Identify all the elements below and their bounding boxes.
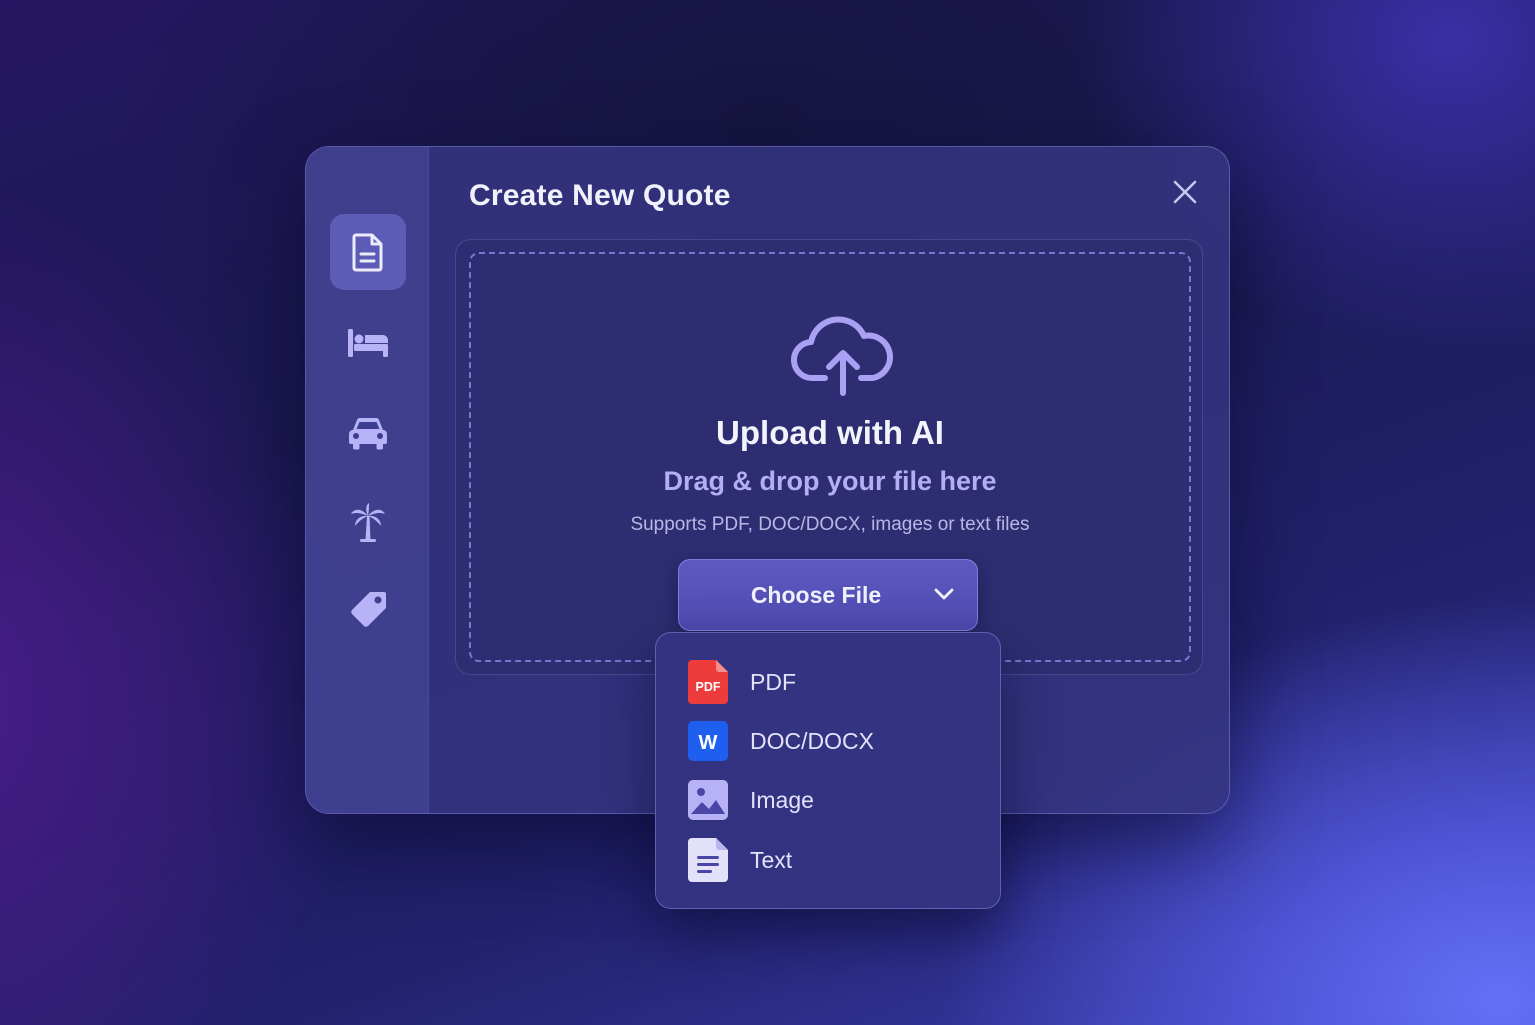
bed-icon <box>348 329 388 357</box>
sidebar-item-activities[interactable] <box>330 485 406 561</box>
sidebar-item-car[interactable] <box>330 395 406 471</box>
sidebar-item-promotions[interactable] <box>330 572 406 648</box>
menu-item-text[interactable]: Text <box>688 838 978 882</box>
document-icon <box>352 233 383 272</box>
sidebar-item-quote[interactable] <box>330 214 406 290</box>
menu-item-label: Text <box>750 847 793 873</box>
supported-formats-text: Supports PDF, DOC/DOCX, images or text f… <box>630 514 1030 535</box>
dialog-title: Create New Quote <box>469 179 731 212</box>
choose-file-button[interactable]: Choose File <box>678 559 978 631</box>
sidebar <box>306 147 429 813</box>
image-file-icon <box>688 780 728 820</box>
cloud-upload-icon <box>791 316 893 396</box>
word-file-icon: W <box>688 721 728 761</box>
menu-item-image[interactable]: Image <box>688 778 978 822</box>
text-file-icon <box>688 838 728 882</box>
sidebar-item-hotel[interactable] <box>330 305 406 381</box>
close-icon <box>1173 180 1197 204</box>
close-button[interactable] <box>1168 175 1202 209</box>
car-icon <box>349 417 387 450</box>
pdf-badge-text: PDF <box>696 680 721 694</box>
menu-item-label: Image <box>750 787 814 813</box>
word-badge-text: W <box>699 732 718 754</box>
tag-icon <box>351 592 386 627</box>
drag-drop-text: Drag & drop your file here <box>663 466 997 496</box>
chevron-down-icon <box>934 588 954 600</box>
pdf-file-icon: PDF <box>688 660 728 704</box>
upload-title: Upload with AI <box>716 414 944 451</box>
menu-item-label: DOC/DOCX <box>750 728 874 754</box>
palm-tree-icon <box>351 503 385 542</box>
file-type-menu: PDF PDF W DOC/DOCX Image Text <box>655 632 1001 909</box>
menu-item-pdf[interactable]: PDF PDF <box>688 660 978 704</box>
choose-file-label: Choose File <box>750 582 882 608</box>
menu-item-doc[interactable]: W DOC/DOCX <box>688 719 978 763</box>
menu-item-label: PDF <box>750 669 796 695</box>
